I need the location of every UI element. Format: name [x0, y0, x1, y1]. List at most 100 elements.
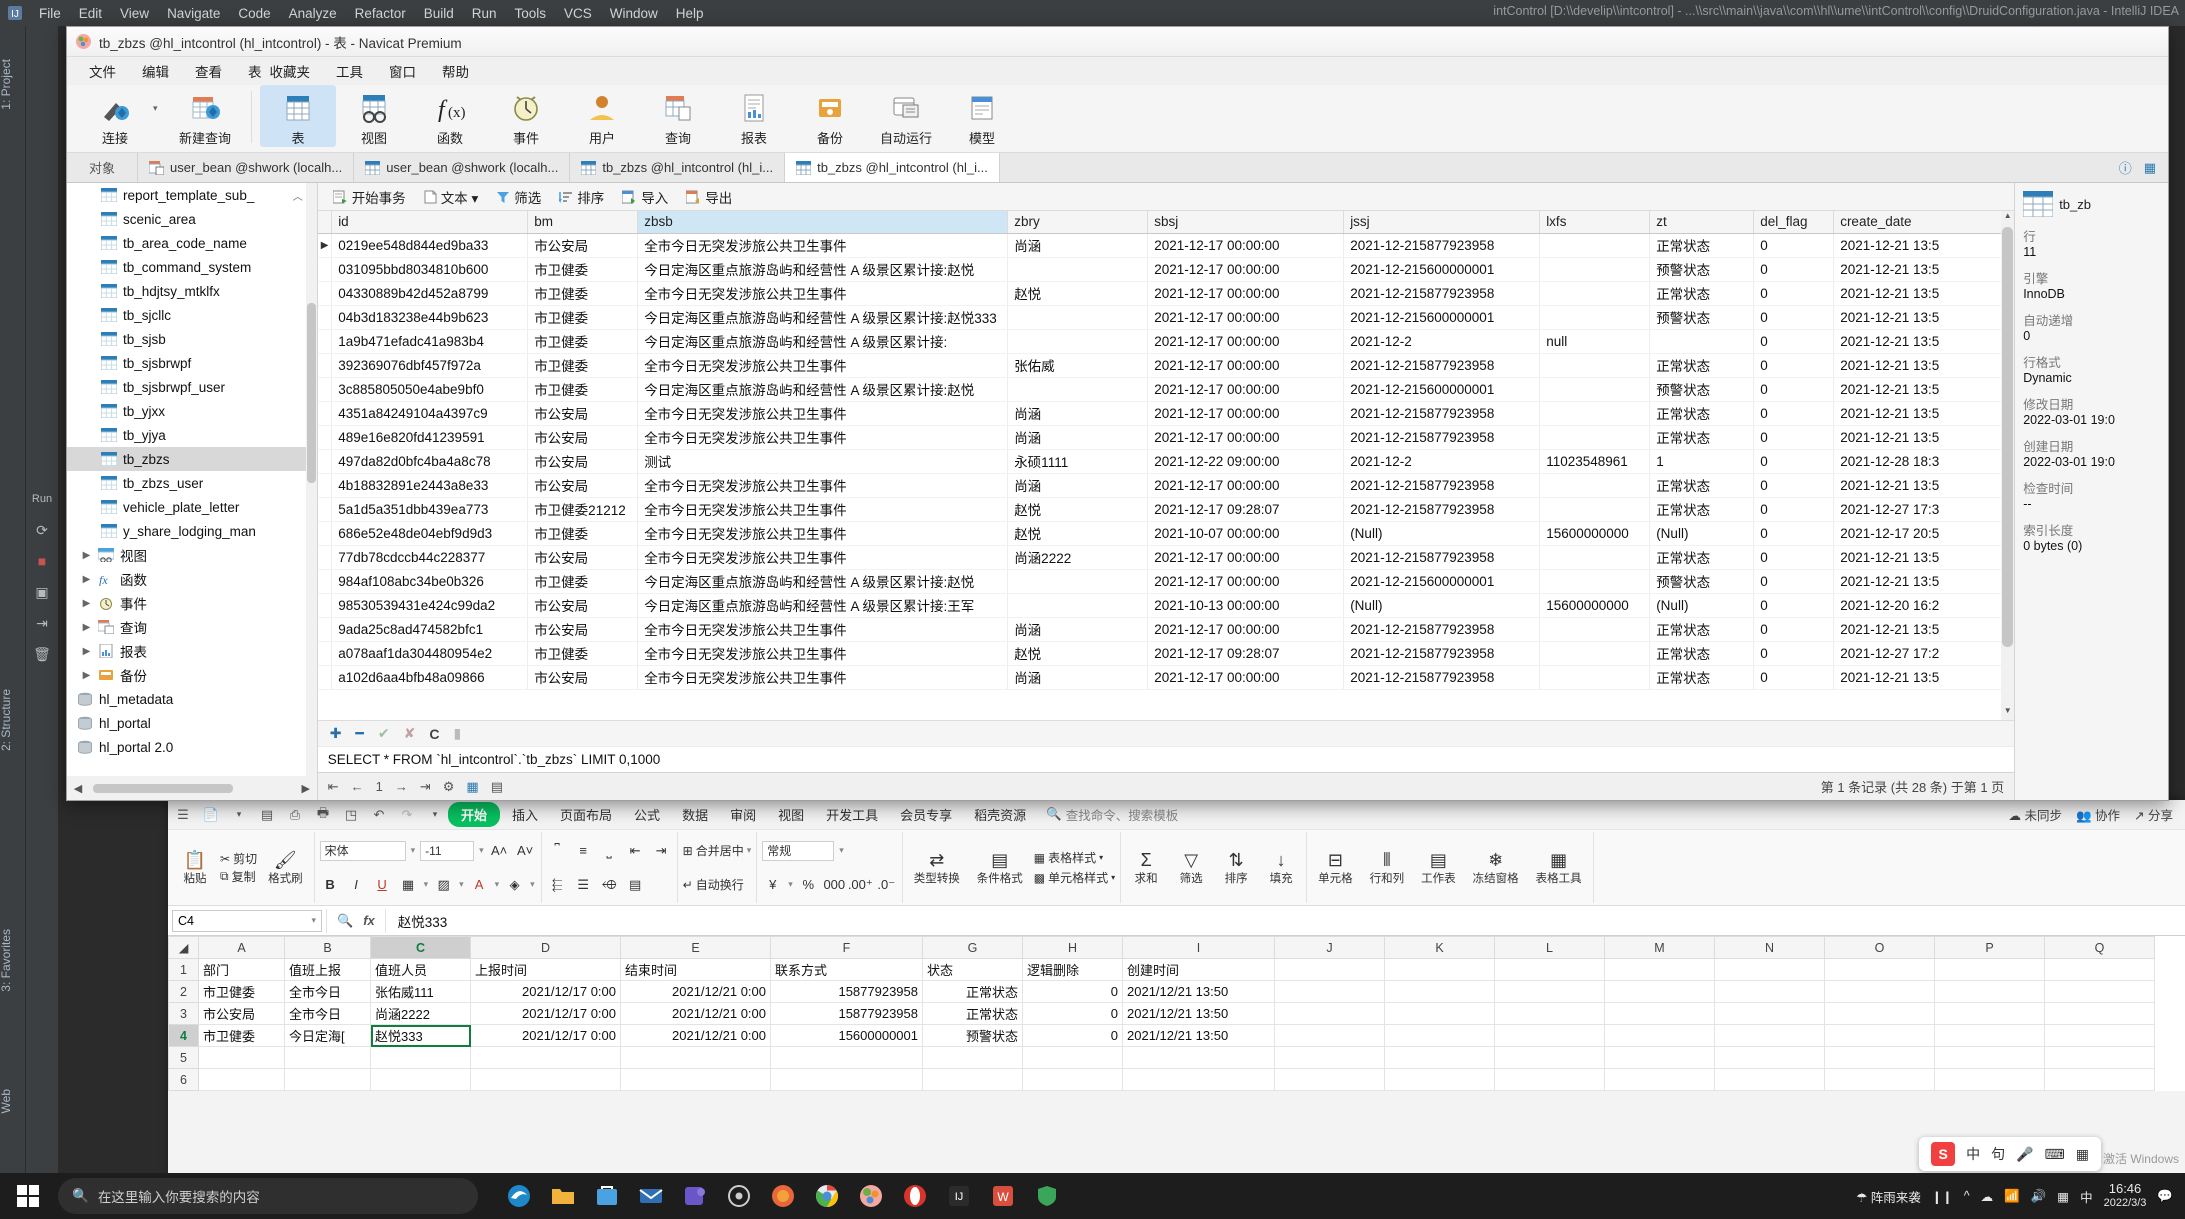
clear-chevron-icon[interactable]: ▾	[530, 879, 535, 890]
col-header-lxfs[interactable]: lxfs	[1539, 211, 1651, 234]
sidebar-scroll-thumb[interactable]	[306, 303, 316, 483]
excel-cell[interactable]	[1714, 1068, 1825, 1091]
idea-menu-vcs[interactable]: VCS	[555, 4, 601, 23]
chevron-right-icon[interactable]: ▶	[81, 646, 92, 657]
cell-create_date[interactable]: 2021-12-21 13:5	[1833, 353, 2015, 378]
cell-del_flag[interactable]: 0	[1753, 329, 1835, 354]
excel-cell[interactable]	[1604, 980, 1715, 1003]
tree-table-y_share_lodging_man[interactable]: y_share_lodging_man	[67, 519, 317, 543]
increase-font-icon[interactable]: A˄	[489, 840, 510, 861]
cell-zt[interactable]: 预警状态	[1649, 305, 1755, 330]
excel-cell[interactable]	[1604, 958, 1715, 981]
col-header-E[interactable]: E	[620, 936, 771, 959]
cell-id[interactable]: 3c885805050e4abe9bf0	[331, 377, 529, 402]
cell-bm[interactable]: 市公安局	[527, 665, 639, 690]
cell-zbsb[interactable]: 全市今日无突发涉旅公共卫生事件	[637, 353, 1009, 378]
tree-group-事件[interactable]: ▶ 事件	[67, 591, 317, 615]
cell-lxfs[interactable]	[1539, 425, 1651, 450]
idea-menu-tools[interactable]: Tools	[506, 4, 556, 23]
excel-cell[interactable]	[1824, 1068, 1935, 1091]
sogou-logo-icon[interactable]: S	[1931, 1142, 1956, 1166]
data-grid-row[interactable]: 77db78cdccb44c228377 市公安局 全市今日无突发涉旅公共卫生事件尚…	[317, 545, 2015, 570]
excel-row-header[interactable]: 6	[168, 1068, 199, 1091]
cell-jssj[interactable]: 2021-12-215877923958	[1343, 497, 1541, 522]
cell-sbsj[interactable]: 2021-12-17 00:00:00	[1147, 401, 1345, 426]
chevron-right-icon[interactable]: ▶	[81, 574, 92, 585]
cell-bm[interactable]: 市公安局	[527, 401, 639, 426]
cell-del_flag[interactable]: 0	[1753, 257, 1835, 282]
nav-menu-window[interactable]: 窗口	[377, 58, 428, 84]
cell-zbsb[interactable]: 全市今日无突发涉旅公共卫生事件	[637, 401, 1009, 426]
cell-sbsj[interactable]: 2021-12-17 00:00:00	[1147, 305, 1345, 330]
file-icon[interactable]: 📄	[200, 804, 222, 826]
sum-button[interactable]: Σ 求和	[1126, 848, 1166, 888]
excel-cell[interactable]	[284, 1068, 371, 1091]
cell-sbsj[interactable]: 2021-12-17 00:00:00	[1147, 353, 1345, 378]
redo-icon[interactable]: ↷	[396, 804, 418, 826]
excel-cell[interactable]	[1384, 980, 1495, 1003]
chevron-right-icon[interactable]: ▶	[81, 622, 92, 633]
toolwindow-web-label[interactable]: Web	[0, 1086, 16, 1116]
info-icon[interactable]: ⓘ	[2119, 158, 2132, 177]
tray-onedrive-icon[interactable]: ☁	[1981, 1189, 1994, 1204]
cell-zbry[interactable]	[1007, 305, 1149, 330]
data-grid-row[interactable]: 031095bbd8034810b600 市卫健委 今日定海区重点旅游岛屿和经营性 …	[317, 257, 2015, 282]
col-header-zbsb[interactable]: zbsb	[637, 211, 1009, 234]
col-header-Q[interactable]: Q	[2044, 936, 2155, 959]
cell-jssj[interactable]: 2021-12-215877923958	[1343, 665, 1541, 690]
trash-icon[interactable]: 🗑	[29, 641, 55, 667]
cell-sbsj[interactable]: 2021-12-17 00:00:00	[1147, 473, 1345, 498]
qa-chevron-icon[interactable]: ▾	[424, 804, 446, 826]
cell-lxfs[interactable]	[1539, 257, 1651, 282]
excel-cell[interactable]: 2021/12/17 0:00	[470, 1002, 621, 1025]
nav-menu-view[interactable]: 查看	[183, 58, 234, 84]
excel-cell[interactable]	[1274, 1024, 1385, 1047]
share-button[interactable]: ↗ 分享	[2134, 805, 2173, 824]
sync-status[interactable]: ☁ 未同步	[2008, 805, 2062, 824]
cell-jssj[interactable]: (Null)	[1343, 593, 1541, 618]
cell-style-button[interactable]: ▩ 单元格样式 ▾	[1034, 869, 1115, 886]
idea-menu-run[interactable]: Run	[463, 4, 506, 23]
grid-toggle-icon[interactable]: ▦	[2144, 160, 2156, 176]
cell-del_flag[interactable]: 0	[1753, 641, 1835, 666]
excel-cell[interactable]	[1122, 1046, 1275, 1069]
tab-data[interactable]: 数据	[672, 801, 718, 828]
fill-series-button[interactable]: ↓ 填充	[1261, 848, 1301, 888]
cell-del_flag[interactable]: 0	[1753, 473, 1835, 498]
grid-scroll-down-arrow-icon[interactable]: ▼	[2001, 706, 2014, 720]
formula-input[interactable]: 赵悦333	[386, 911, 448, 931]
cell-zbry[interactable]	[1007, 593, 1149, 618]
align-center-h-icon[interactable]: ☰	[573, 874, 594, 895]
excel-cell[interactable]: 市卫健委	[198, 980, 285, 1003]
tab-dev-tools[interactable]: 开发工具	[816, 801, 888, 828]
col-header-C[interactable]: C	[370, 936, 471, 959]
cell-sbsj[interactable]: 2021-12-17 00:00:00	[1147, 617, 1345, 642]
cell-lxfs[interactable]: 11023548961	[1539, 449, 1651, 474]
col-header-bm[interactable]: bm	[527, 211, 639, 234]
excel-row-header[interactable]: 4	[168, 1024, 199, 1047]
save-icon[interactable]: ▤	[256, 804, 278, 826]
cell-jssj[interactable]: 2021-12-215877923958	[1343, 401, 1541, 426]
excel-cell[interactable]: 张佑威111	[370, 980, 471, 1003]
toolbar-model[interactable]: 模型	[944, 85, 1020, 147]
start-button[interactable]	[0, 1173, 56, 1219]
cell-id[interactable]: 392369076dbf457f972a	[331, 353, 529, 378]
cell-lxfs[interactable]: 15600000000	[1539, 521, 1651, 546]
tree-group-函数[interactable]: ▶ fx 函数	[67, 567, 317, 591]
justify-icon[interactable]: ▤	[625, 874, 646, 895]
cell-zbsb[interactable]: 今日定海区重点旅游岛屿和经营性 A 级景区累计接:	[637, 329, 1009, 354]
data-grid-row[interactable]: 04b3d183238e44b9b623 市卫健委 今日定海区重点旅游岛屿和经营性 …	[317, 305, 2015, 330]
excel-cell[interactable]: 市公安局	[198, 1002, 285, 1025]
cell-del_flag[interactable]: 0	[1753, 569, 1835, 594]
cell-zbsb[interactable]: 全市今日无突发涉旅公共卫生事件	[637, 233, 1009, 258]
toolbar-automation[interactable]: 自动运行	[868, 85, 944, 147]
excel-row-header[interactable]: 5	[168, 1046, 199, 1069]
excel-cell[interactable]	[1384, 1046, 1495, 1069]
cell-lxfs[interactable]	[1539, 377, 1651, 402]
cell-lxfs[interactable]: null	[1539, 329, 1651, 354]
excel-cell[interactable]: 联系方式	[770, 958, 923, 981]
cell-zbsb[interactable]: 测试	[637, 449, 1009, 474]
cell-create_date[interactable]: 2021-12-27 17:2	[1833, 641, 2015, 666]
collab-button[interactable]: 👥 协作	[2076, 805, 2120, 824]
excel-cell[interactable]	[1824, 958, 1935, 981]
